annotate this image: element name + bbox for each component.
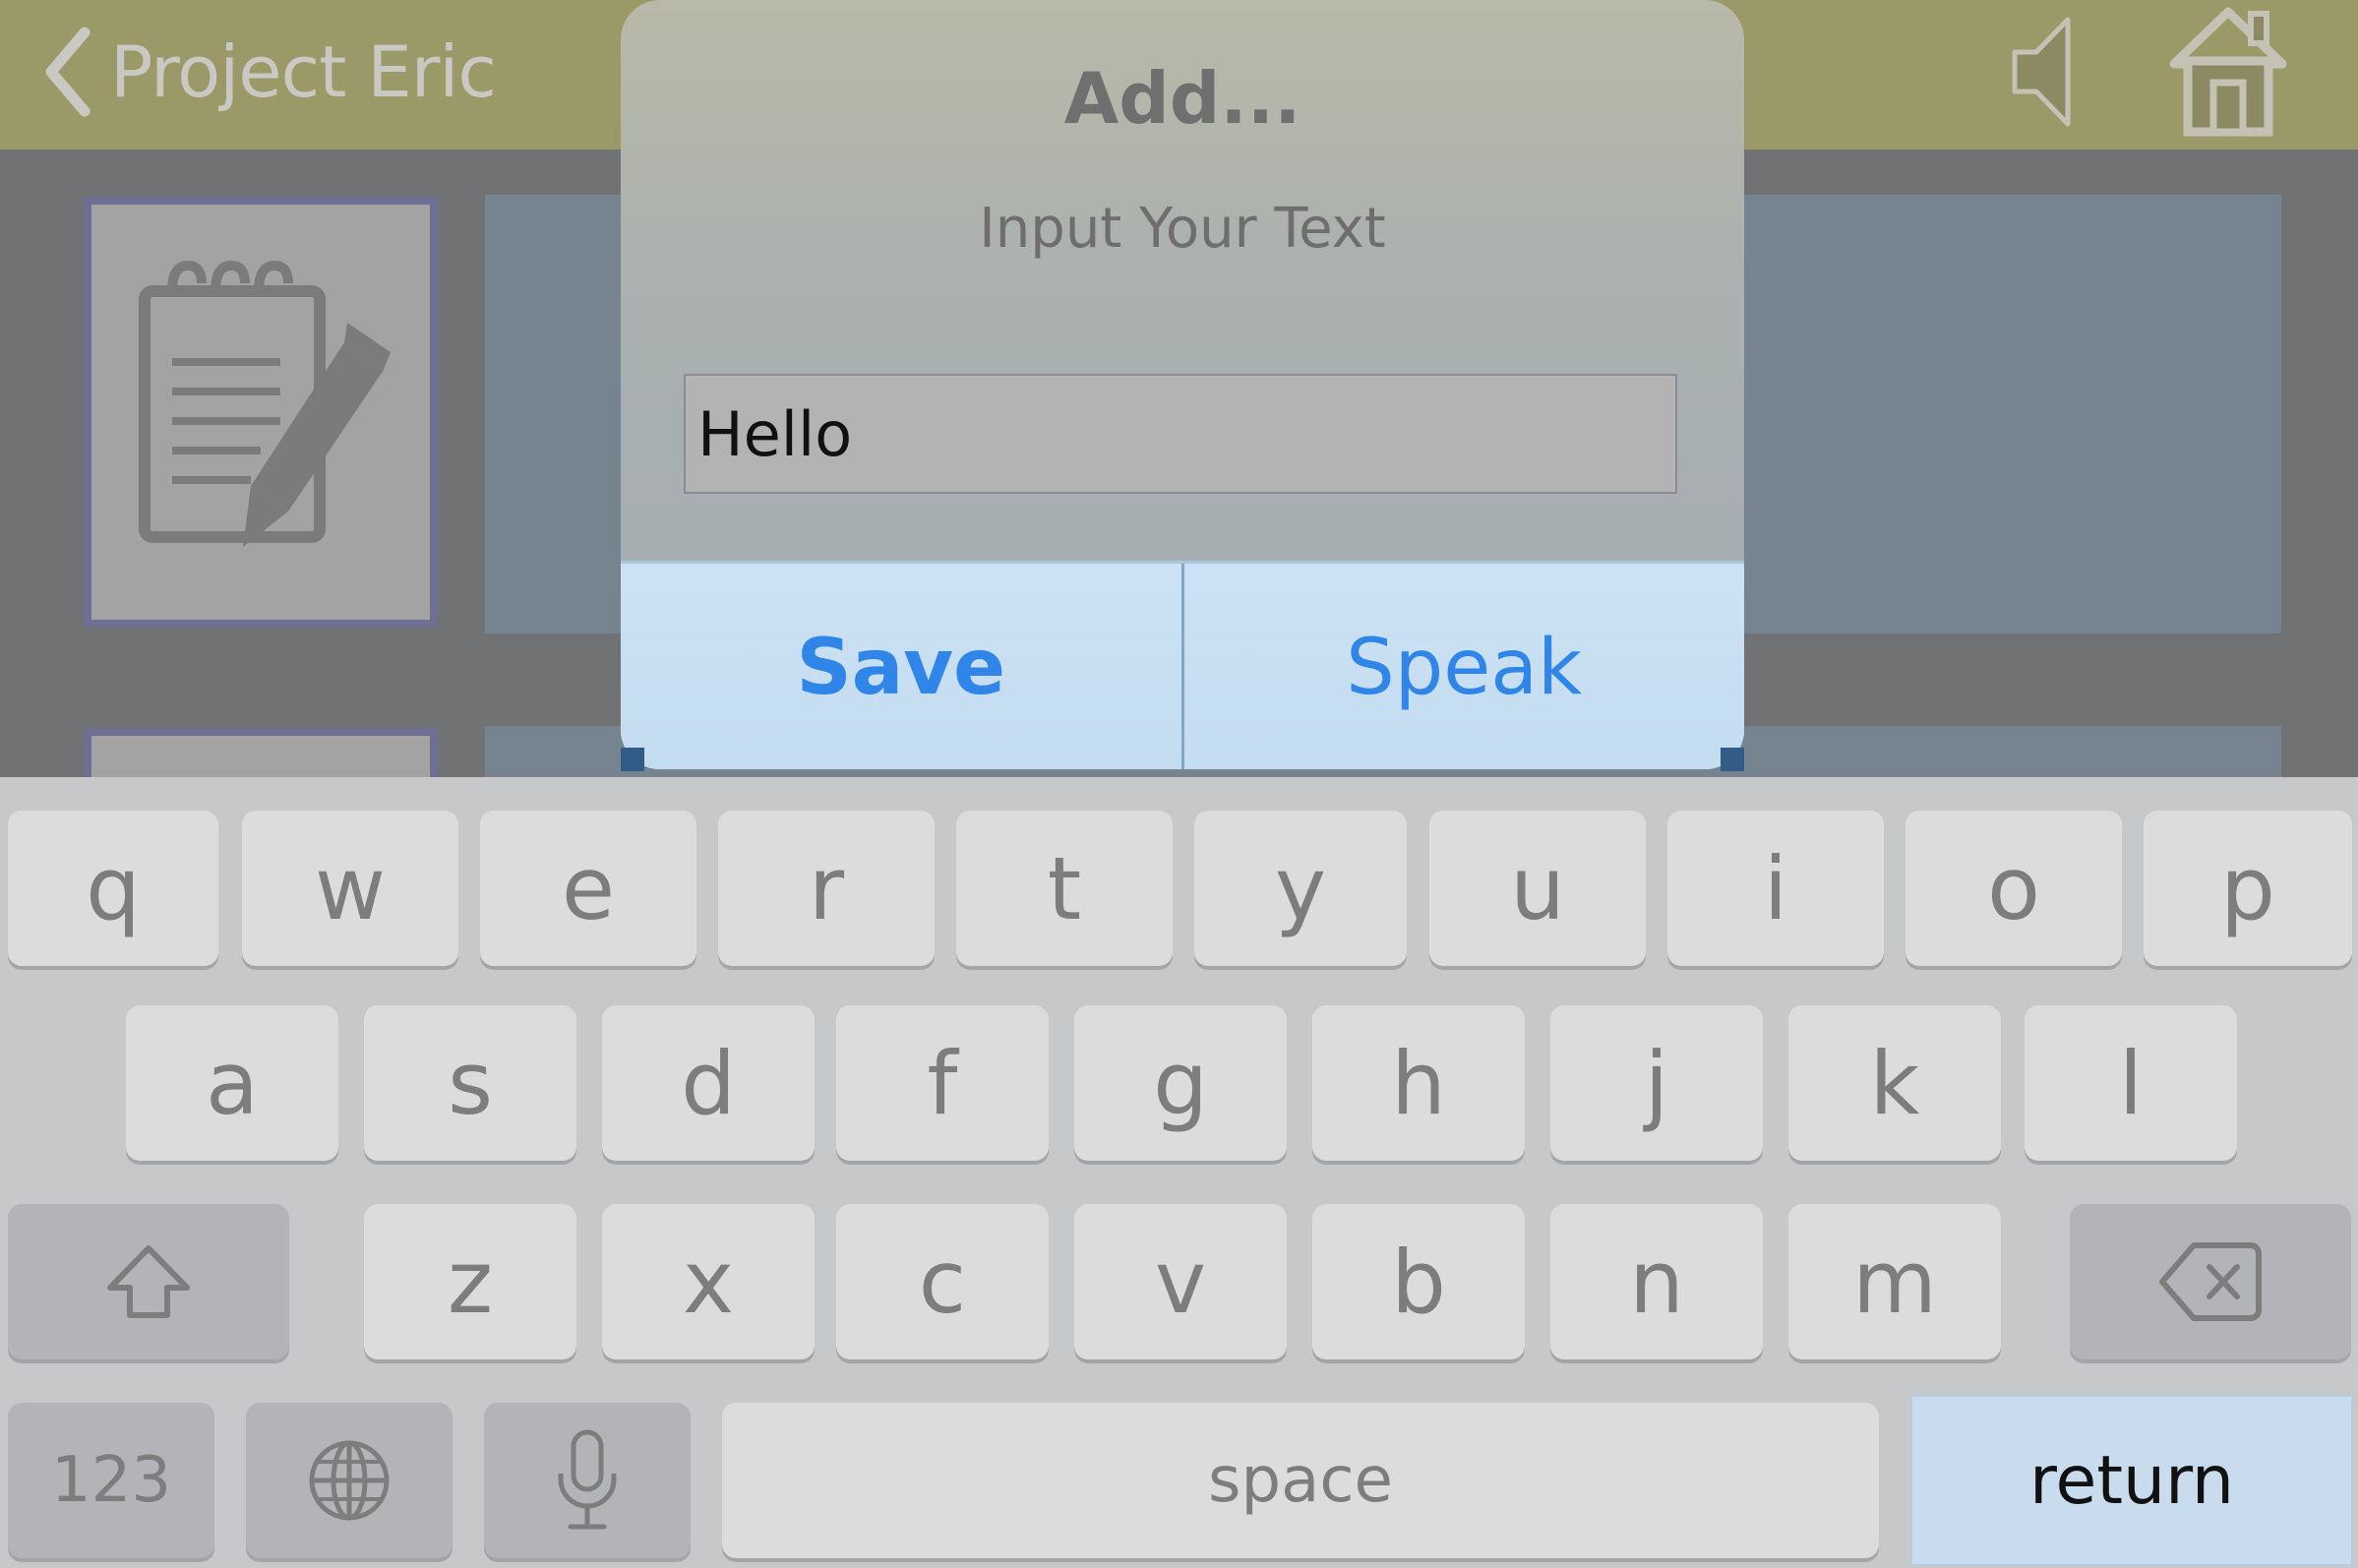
back-button-label: Project Eric <box>110 30 497 113</box>
dialog-title: Add... <box>1063 57 1301 140</box>
key-r[interactable]: r <box>718 811 935 966</box>
key-m[interactable]: m <box>1788 1204 2001 1359</box>
microphone-key[interactable] <box>484 1403 691 1558</box>
key-q[interactable]: q <box>8 811 218 966</box>
microphone-icon <box>558 1429 617 1530</box>
phrase-tile[interactable] <box>84 197 438 628</box>
keyboard: q w e r t y u i o p a s d f g h j k l z … <box>0 777 2358 1568</box>
speak-button[interactable]: Speak <box>1183 564 1744 769</box>
save-button[interactable]: Save <box>621 564 1181 769</box>
return-key[interactable]: return <box>1910 1395 2353 1566</box>
add-text-dialog: Add... Input Your Text Save Speak <box>621 0 1744 769</box>
space-key[interactable]: space <box>722 1403 1879 1558</box>
tile-face <box>91 205 430 620</box>
key-f[interactable]: f <box>836 1005 1049 1161</box>
shift-icon <box>107 1245 190 1318</box>
globe-key[interactable] <box>246 1403 453 1558</box>
home-icon[interactable] <box>2164 0 2292 138</box>
backspace-icon <box>2159 1242 2262 1321</box>
key-z[interactable]: z <box>364 1204 576 1359</box>
text-input[interactable] <box>684 374 1677 494</box>
chevron-left-icon <box>45 27 91 117</box>
key-s[interactable]: s <box>364 1005 576 1161</box>
key-x[interactable]: x <box>602 1204 815 1359</box>
speaker-icon[interactable] <box>2007 8 2086 136</box>
shift-key[interactable] <box>8 1204 289 1359</box>
delete-key[interactable] <box>2070 1204 2351 1359</box>
key-b[interactable]: b <box>1312 1204 1525 1359</box>
dialog-corner <box>1721 748 1744 771</box>
key-y[interactable]: y <box>1194 811 1407 966</box>
key-d[interactable]: d <box>602 1005 815 1161</box>
notepad-pencil-icon <box>139 260 391 547</box>
dialog-message: Input Your Text <box>979 197 1386 261</box>
key-t[interactable]: t <box>956 811 1173 966</box>
key-j[interactable]: j <box>1550 1005 1763 1161</box>
key-l[interactable]: l <box>2025 1005 2237 1161</box>
key-k[interactable]: k <box>1788 1005 2001 1161</box>
key-o[interactable]: o <box>1905 811 2122 966</box>
key-p[interactable]: p <box>2144 811 2352 966</box>
key-c[interactable]: c <box>836 1204 1049 1359</box>
key-v[interactable]: v <box>1074 1204 1287 1359</box>
key-w[interactable]: w <box>242 811 458 966</box>
globe-icon <box>309 1440 390 1521</box>
dialog-actions: Save Speak <box>621 561 1744 769</box>
key-e[interactable]: e <box>480 811 696 966</box>
key-i[interactable]: i <box>1667 811 1884 966</box>
key-a[interactable]: a <box>126 1005 338 1161</box>
dialog-corner <box>621 748 644 771</box>
key-g[interactable]: g <box>1074 1005 1287 1161</box>
numbers-key[interactable]: 123 <box>8 1403 214 1558</box>
back-button[interactable]: Project Eric <box>37 18 497 126</box>
key-n[interactable]: n <box>1550 1204 1763 1359</box>
key-h[interactable]: h <box>1312 1005 1525 1161</box>
key-u[interactable]: u <box>1429 811 1646 966</box>
